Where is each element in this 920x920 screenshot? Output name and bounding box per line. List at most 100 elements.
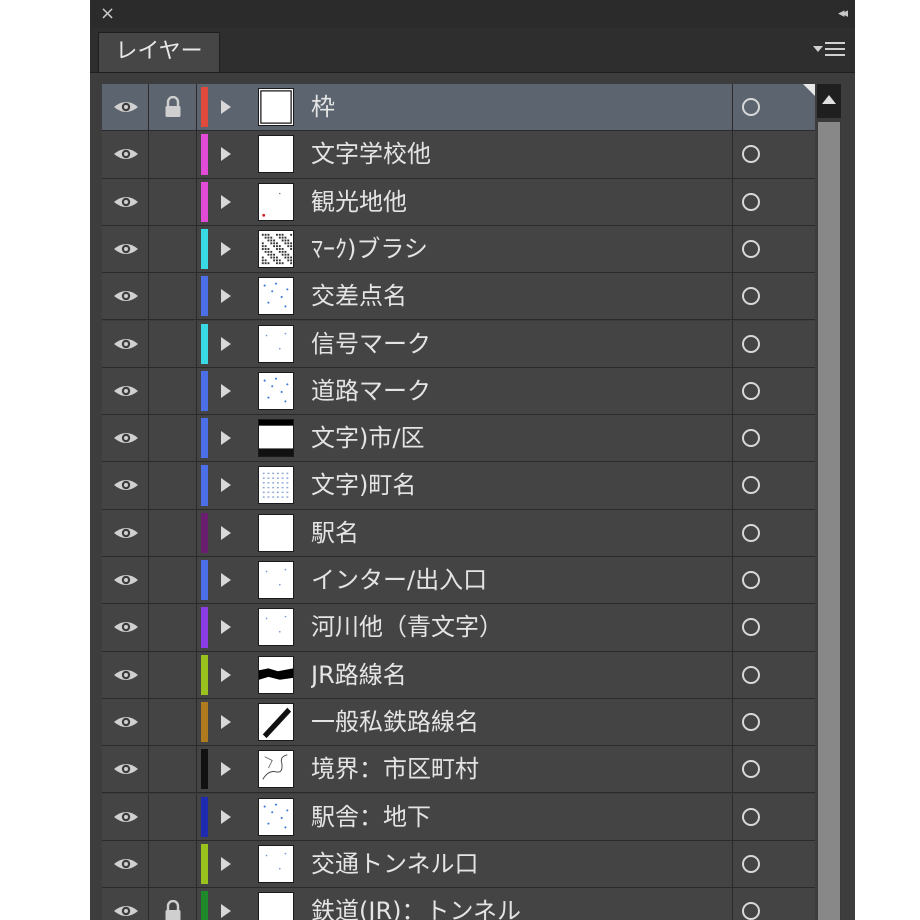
layer-name[interactable]: 観光地他 [311,179,731,225]
target-circle-icon[interactable] [742,145,760,164]
target-cell[interactable] [733,321,815,367]
target-circle-icon[interactable] [742,807,760,826]
layer-name[interactable]: 一般私鉄路線名 [311,699,731,745]
layer-row[interactable]: 枠 [102,84,815,132]
lock-toggle[interactable] [149,840,197,888]
layer-row[interactable]: 一般私鉄路線名 [102,698,815,747]
layer-row[interactable]: 駅舎：地下 [102,793,815,841]
eye-icon[interactable] [113,714,139,730]
lock-toggle[interactable] [149,225,197,273]
visibility-toggle[interactable] [102,367,149,415]
layer-name-cell[interactable]: 駅名 [197,509,733,556]
visibility-toggle[interactable] [102,746,149,793]
target-cell[interactable] [733,415,815,461]
eye-icon[interactable] [113,903,139,919]
layer-row[interactable]: 境界：市区町村 [102,746,815,794]
scroll-thumb[interactable] [818,122,840,920]
eye-icon[interactable] [113,430,139,446]
layer-name-cell[interactable]: 駅舎：地下 [197,793,733,840]
scroll-up-button[interactable] [817,84,841,118]
layer-name-cell[interactable]: 観光地他 [197,178,733,225]
eye-icon[interactable] [113,477,139,493]
target-circle-icon[interactable] [742,192,760,211]
expand-arrow-icon[interactable] [221,478,231,493]
expand-arrow-icon[interactable] [221,431,231,446]
layer-row[interactable]: 文字)町名 [102,462,815,510]
target-circle-icon[interactable] [742,98,760,116]
eye-icon[interactable] [113,241,139,257]
lock-toggle[interactable] [149,178,197,225]
expand-arrow-icon[interactable] [221,289,231,304]
layer-row[interactable]: 駅名 [102,509,815,557]
layer-name-cell[interactable]: ﾏｰｸ)ブラシ [197,225,733,273]
target-cell[interactable] [733,746,815,792]
expand-arrow-icon[interactable] [221,100,231,114]
eye-icon[interactable] [113,288,139,304]
target-cell[interactable] [733,273,815,319]
visibility-toggle[interactable] [102,840,149,888]
lock-toggle[interactable] [149,84,197,131]
visibility-toggle[interactable] [102,888,149,920]
lock-toggle[interactable] [149,888,197,920]
lock-toggle[interactable] [149,509,197,556]
layer-name-cell[interactable]: インター/出入口 [197,557,733,604]
layer-name-cell[interactable]: JR路線名 [197,651,733,698]
target-cell[interactable] [733,604,815,650]
target-circle-icon[interactable] [742,665,760,684]
eye-icon[interactable] [113,336,139,352]
target-circle-icon[interactable] [742,476,760,495]
target-cell[interactable] [733,462,815,508]
lock-toggle[interactable] [149,651,197,698]
eye-icon[interactable] [113,761,139,777]
eye-icon[interactable] [113,667,139,683]
lock-icon[interactable] [164,95,182,118]
target-cell[interactable] [733,131,815,177]
layer-name-cell[interactable]: 交通トンネル口 [197,840,733,888]
target-cell[interactable] [733,510,815,556]
lock-toggle[interactable] [149,273,197,320]
layer-name-cell[interactable]: 信号マーク [197,320,733,367]
layer-name-cell[interactable]: 一般私鉄路線名 [197,698,733,746]
layer-name[interactable]: 信号マーク [311,321,731,367]
target-cell[interactable] [733,888,815,920]
expand-arrow-icon[interactable] [221,241,231,256]
expand-arrow-icon[interactable] [221,525,231,540]
expand-arrow-icon[interactable] [221,147,231,162]
visibility-toggle[interactable] [102,131,149,178]
expand-arrow-icon[interactable] [221,856,231,871]
target-circle-icon[interactable] [742,571,760,589]
layer-name-cell[interactable]: 境界：市区町村 [197,746,733,793]
tab-layers[interactable]: レイヤー [98,32,220,72]
eye-icon[interactable] [113,99,139,115]
expand-arrow-icon[interactable] [221,667,231,682]
target-cell[interactable] [733,179,815,225]
target-circle-icon[interactable] [742,381,760,400]
target-circle-icon[interactable] [742,239,760,258]
visibility-toggle[interactable] [102,225,149,273]
layer-name-cell[interactable]: 文字)町名 [197,462,733,509]
visibility-toggle[interactable] [102,273,149,320]
target-circle-icon[interactable] [742,334,760,353]
target-cell[interactable] [733,557,815,603]
lock-toggle[interactable] [149,698,197,746]
close-icon[interactable]: × [100,3,115,25]
lock-toggle[interactable] [149,462,197,509]
expand-arrow-icon[interactable] [221,194,231,209]
visibility-toggle[interactable] [102,604,149,651]
layer-row[interactable]: 文字学校他 [102,131,815,179]
lock-toggle[interactable] [149,746,197,793]
layer-row[interactable]: 河川他（青文字） [102,604,815,652]
layer-name[interactable]: インター/出入口 [311,557,731,603]
layer-name[interactable]: 文字)町名 [311,462,731,508]
target-circle-icon[interactable] [742,429,760,448]
visibility-toggle[interactable] [102,320,149,367]
lock-toggle[interactable] [149,415,197,462]
target-circle-icon[interactable] [742,712,760,731]
layer-name[interactable]: 道路マーク [311,368,731,414]
eye-icon[interactable] [113,525,139,541]
expand-arrow-icon[interactable] [221,762,231,777]
layer-name[interactable]: 境界：市区町村 [311,746,731,792]
layer-name[interactable]: 枠 [311,84,731,130]
expand-arrow-icon[interactable] [221,714,231,729]
expand-arrow-icon[interactable] [221,336,231,351]
